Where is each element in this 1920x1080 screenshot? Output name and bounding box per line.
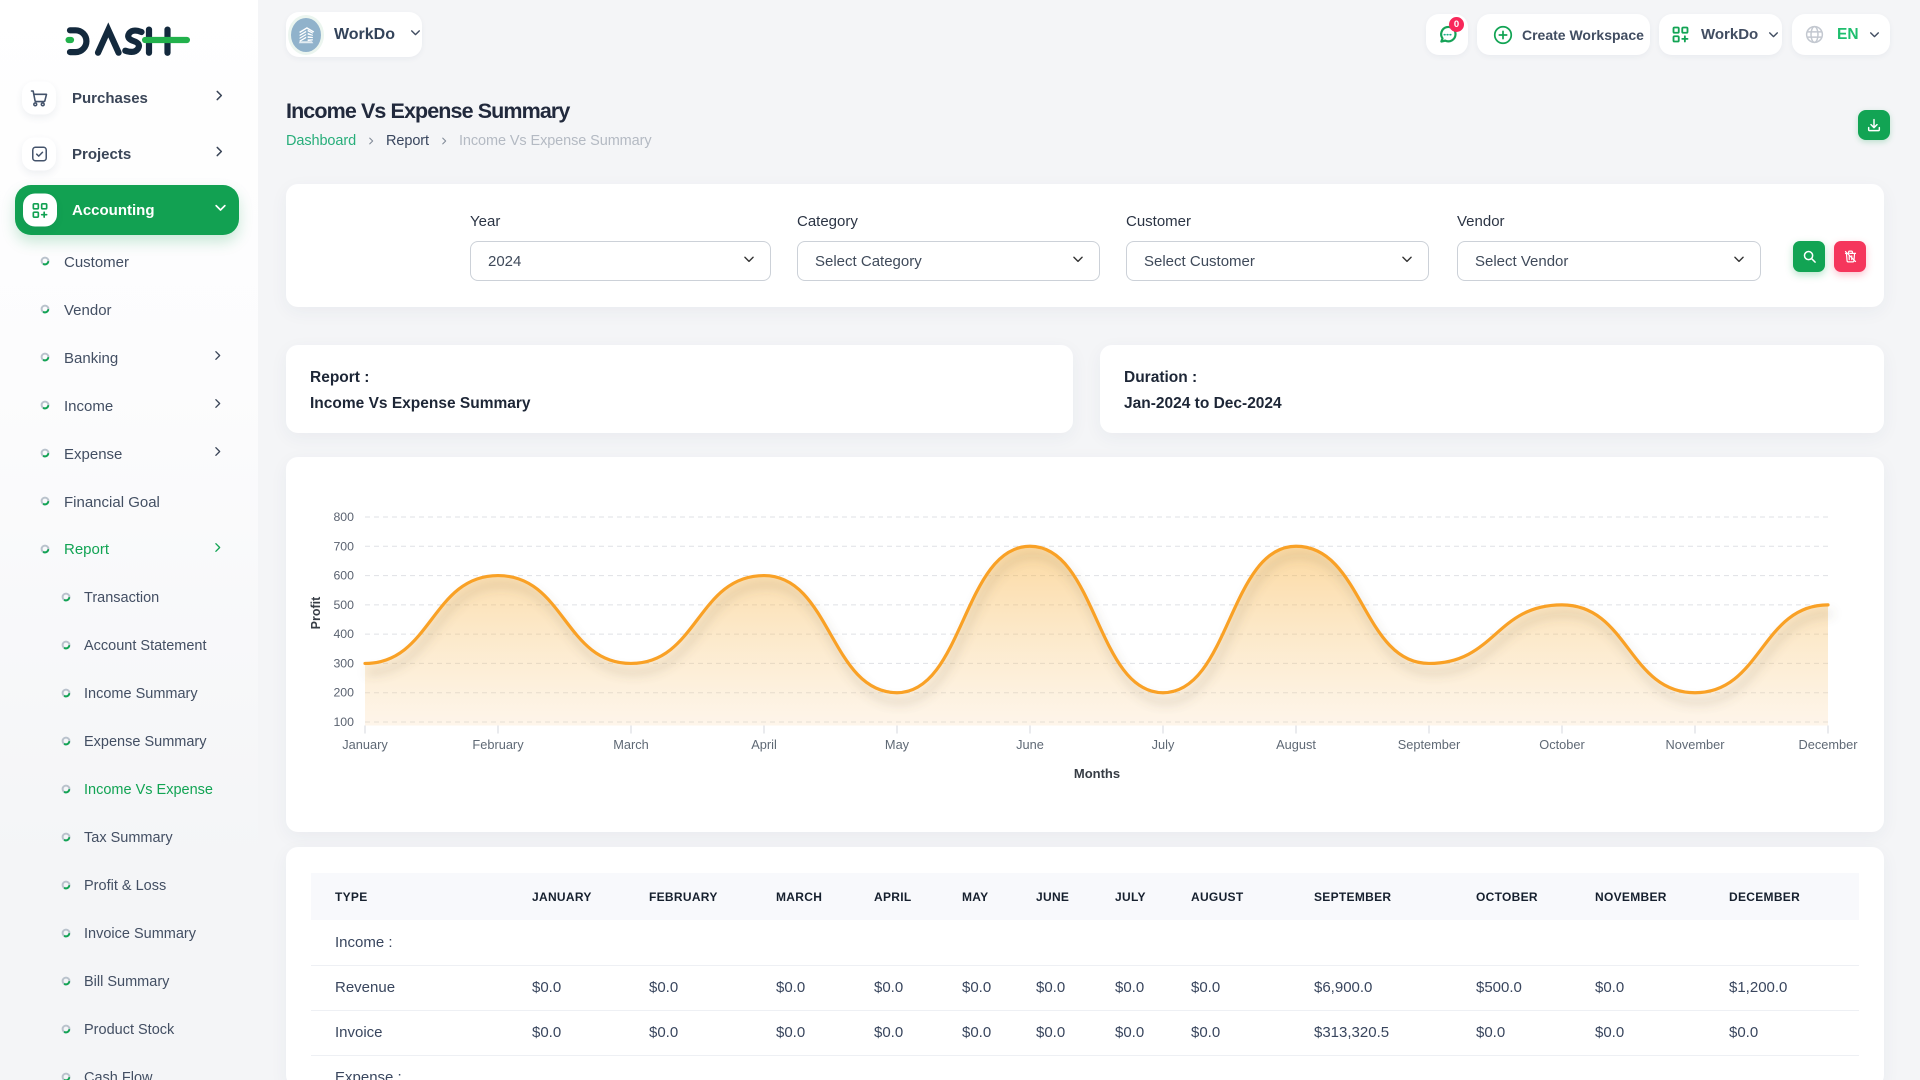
svg-text:600: 600 — [333, 569, 354, 583]
svg-text:August: August — [1276, 737, 1316, 752]
svg-text:December: December — [1798, 737, 1858, 752]
svg-text:April: April — [751, 737, 777, 752]
svg-text:July: July — [1152, 737, 1175, 752]
svg-text:400: 400 — [333, 627, 354, 641]
svg-text:November: November — [1665, 737, 1725, 752]
svg-text:January: January — [342, 737, 388, 752]
svg-text:March: March — [613, 737, 649, 752]
svg-text:Months: Months — [1074, 766, 1120, 781]
svg-text:200: 200 — [333, 686, 354, 700]
svg-text:June: June — [1016, 737, 1044, 752]
svg-text:300: 300 — [333, 656, 354, 670]
svg-text:October: October — [1539, 737, 1585, 752]
svg-text:800: 800 — [333, 510, 354, 524]
svg-text:Profit: Profit — [309, 596, 323, 629]
svg-text:700: 700 — [333, 539, 354, 553]
svg-text:500: 500 — [333, 598, 354, 612]
svg-text:100: 100 — [333, 715, 354, 729]
svg-text:February: February — [472, 737, 524, 752]
svg-text:September: September — [1398, 737, 1461, 752]
svg-text:May: May — [885, 737, 910, 752]
